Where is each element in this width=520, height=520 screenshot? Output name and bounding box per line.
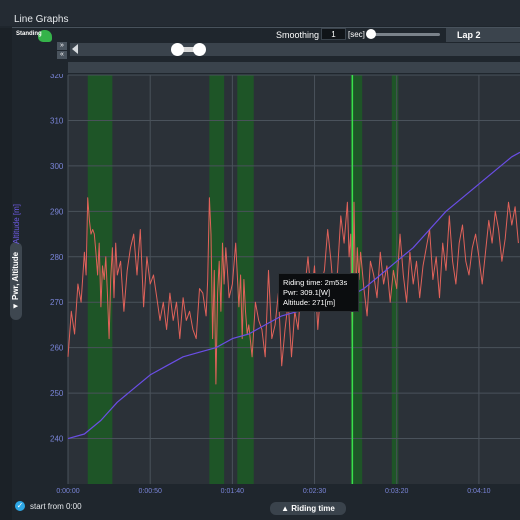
secondary-scrollbar[interactable] — [68, 62, 520, 73]
lap-label: Lap 2 — [457, 30, 481, 40]
x-tick-label: 0:04:10 — [467, 488, 490, 495]
next-range-button[interactable]: » — [57, 42, 67, 50]
range-start-handle[interactable] — [171, 43, 184, 56]
x-tick-label: 0:00:00 — [56, 488, 79, 495]
smoothing-slider-thumb[interactable] — [366, 29, 376, 39]
tooltip-altitude: Altitude: 271[m] — [283, 298, 336, 307]
range-navigator[interactable] — [70, 43, 520, 56]
window-title: Line Graphs — [14, 14, 69, 25]
x-tick-label: 0:00:50 — [139, 488, 162, 495]
logo-text: Standing — [16, 31, 42, 37]
title-bar — [0, 0, 520, 26]
range-end-handle[interactable] — [193, 43, 206, 56]
start-from-zero-checkbox[interactable]: ✓ — [15, 501, 25, 511]
line-chart[interactable]: 240 250 260 270 280 290 300 310 320 0:00:00 0:00:5… — [0, 74, 520, 498]
data-tooltip: Riding time: 2m53s Pwr: 309.1[W] Altitud… — [278, 273, 359, 312]
y-tick-label: 320 — [50, 74, 64, 80]
tooltip-power: Pwr: 309.1[W] — [283, 288, 331, 297]
y-tick-label: 300 — [50, 162, 64, 171]
smoothing-unit: [sec] — [348, 30, 365, 39]
app-logo: Standing — [16, 30, 56, 42]
smoothing-input[interactable]: 1 — [321, 28, 346, 40]
lap-selector[interactable]: Lap 2 — [446, 28, 520, 42]
toolbar — [12, 28, 520, 42]
highlight-band-2 — [237, 75, 254, 484]
x-tick-label: 0:01:40 — [221, 488, 244, 495]
smoothing-slider-track[interactable] — [368, 33, 440, 36]
y-tick-label: 280 — [50, 253, 64, 262]
tooltip-time: Riding time: 2m53s — [283, 278, 348, 287]
x-tick-label: 0:02:30 — [303, 488, 326, 495]
y-tick-label: 310 — [50, 116, 64, 125]
start-from-zero-label: start from 0:00 — [30, 502, 82, 511]
range-left-arrow-icon[interactable] — [72, 44, 78, 54]
prev-range-button[interactable]: « — [57, 51, 67, 59]
y-tick-label: 260 — [50, 344, 64, 353]
x-tick-label: 0:03:20 — [385, 488, 408, 495]
y-tick-label: 240 — [50, 435, 64, 444]
y-tick-label: 250 — [50, 389, 64, 398]
smoothing-label: Smoothing : — [276, 30, 325, 40]
x-axis-toggle-tab[interactable]: ▲ Riding time — [270, 502, 346, 515]
y-tick-label: 290 — [50, 207, 64, 216]
y-tick-label: 270 — [50, 298, 64, 307]
